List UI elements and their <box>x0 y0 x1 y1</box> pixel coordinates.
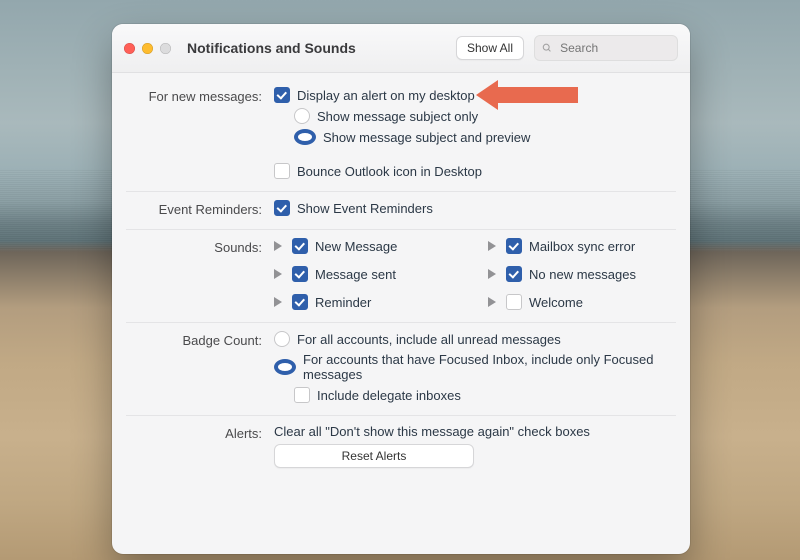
option-show-event-reminders[interactable]: Show Event Reminders <box>274 200 676 216</box>
text-subject-only: Show message subject only <box>317 109 478 124</box>
text-sound-new-message: New Message <box>315 239 397 254</box>
preferences-content: For new messages: Display an alert on my… <box>112 73 690 494</box>
search-input[interactable] <box>558 40 670 56</box>
minimize-window-button[interactable] <box>142 43 153 54</box>
close-window-button[interactable] <box>124 43 135 54</box>
text-sound-welcome: Welcome <box>529 295 583 310</box>
option-bounce-icon[interactable]: Bounce Outlook icon in Desktop <box>274 163 676 179</box>
checkbox-sound-no-new-messages[interactable] <box>506 266 522 282</box>
sound-new-message[interactable]: New Message <box>274 238 462 254</box>
sound-message-sent[interactable]: Message sent <box>274 266 462 282</box>
checkbox-sound-reminder[interactable] <box>292 294 308 310</box>
radio-badge-focused[interactable] <box>274 359 296 375</box>
option-badge-all-accounts[interactable]: For all accounts, include all unread mes… <box>274 331 676 347</box>
sound-mailbox-sync-error[interactable]: Mailbox sync error <box>488 238 676 254</box>
text-clear-alerts: Clear all "Don't show this message again… <box>274 424 676 439</box>
checkbox-sound-new-message[interactable] <box>292 238 308 254</box>
option-display-alert[interactable]: Display an alert on my desktop <box>274 87 676 103</box>
checkbox-include-delegate[interactable] <box>294 387 310 403</box>
text-sound-reminder: Reminder <box>315 295 371 310</box>
window-toolbar: Notifications and Sounds Show All <box>112 24 690 73</box>
label-badge-count: Badge Count: <box>126 331 274 403</box>
window-controls <box>124 43 171 54</box>
play-icon[interactable] <box>274 241 282 251</box>
label-for-new-messages: For new messages: <box>126 87 274 179</box>
checkbox-sound-message-sent[interactable] <box>292 266 308 282</box>
section-event-reminders: Event Reminders: Show Event Reminders <box>126 192 676 230</box>
radio-subject-preview[interactable] <box>294 129 316 145</box>
text-sound-message-sent: Message sent <box>315 267 396 282</box>
option-include-delegate[interactable]: Include delegate inboxes <box>294 387 676 403</box>
label-alerts: Alerts: <box>126 424 274 468</box>
section-for-new-messages: For new messages: Display an alert on my… <box>126 79 676 192</box>
text-sound-no-new-messages: No new messages <box>529 267 636 282</box>
section-badge-count: Badge Count: For all accounts, include a… <box>126 323 676 416</box>
radio-subject-only[interactable] <box>294 108 310 124</box>
play-icon[interactable] <box>488 241 496 251</box>
sound-no-new-messages[interactable]: No new messages <box>488 266 676 282</box>
play-icon[interactable] <box>274 297 282 307</box>
reset-alerts-button[interactable]: Reset Alerts <box>274 444 474 468</box>
checkbox-bounce-icon[interactable] <box>274 163 290 179</box>
text-badge-all-accounts: For all accounts, include all unread mes… <box>297 332 561 347</box>
label-sounds: Sounds: <box>126 238 274 310</box>
text-display-alert: Display an alert on my desktop <box>297 88 475 103</box>
section-alerts: Alerts: Clear all "Don't show this messa… <box>126 416 676 480</box>
desktop-background: Notifications and Sounds Show All For ne… <box>0 0 800 560</box>
text-badge-focused: For accounts that have Focused Inbox, in… <box>303 352 676 382</box>
option-badge-focused[interactable]: For accounts that have Focused Inbox, in… <box>274 352 676 382</box>
label-event-reminders: Event Reminders: <box>126 200 274 217</box>
show-all-button[interactable]: Show All <box>456 36 524 60</box>
play-icon[interactable] <box>488 269 496 279</box>
search-icon <box>542 42 552 54</box>
checkbox-sound-welcome[interactable] <box>506 294 522 310</box>
option-subject-preview[interactable]: Show message subject and preview <box>294 129 676 145</box>
text-subject-preview: Show message subject and preview <box>323 130 530 145</box>
sound-welcome[interactable]: Welcome <box>488 294 676 310</box>
sound-reminder[interactable]: Reminder <box>274 294 462 310</box>
text-include-delegate: Include delegate inboxes <box>317 388 461 403</box>
play-icon[interactable] <box>274 269 282 279</box>
radio-badge-all-accounts[interactable] <box>274 331 290 347</box>
preferences-window: Notifications and Sounds Show All For ne… <box>112 24 690 554</box>
section-sounds: Sounds: New Message Mailbox syn <box>126 230 676 323</box>
play-icon[interactable] <box>488 297 496 307</box>
checkbox-show-event-reminders[interactable] <box>274 200 290 216</box>
zoom-window-button[interactable] <box>160 43 171 54</box>
text-sound-mailbox-sync-error: Mailbox sync error <box>529 239 635 254</box>
window-title: Notifications and Sounds <box>187 40 356 56</box>
checkbox-display-alert[interactable] <box>274 87 290 103</box>
option-subject-only[interactable]: Show message subject only <box>294 108 676 124</box>
text-show-event-reminders: Show Event Reminders <box>297 201 433 216</box>
text-bounce-icon: Bounce Outlook icon in Desktop <box>297 164 482 179</box>
search-field[interactable] <box>534 35 678 61</box>
checkbox-sound-mailbox-sync-error[interactable] <box>506 238 522 254</box>
